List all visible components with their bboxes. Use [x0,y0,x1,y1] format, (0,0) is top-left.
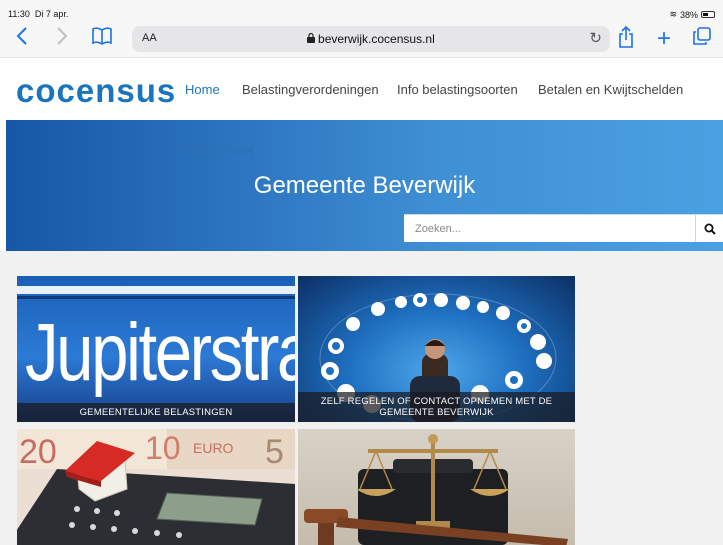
nav-belastingverordeningen[interactable]: Belastingverordeningen [242,82,379,97]
nav-betalen-kwijtschelden[interactable]: Betalen en Kwijtschelden [538,82,683,97]
tile-house-calculator[interactable]: 20 10 EURO 5 [17,429,295,545]
browser-toolbar: AA beverwijk.cocensus.nl ↻ + [0,20,723,58]
search-input[interactable] [404,215,693,242]
euro-text: EURO [193,440,234,456]
house-calculator-image: 20 10 EURO 5 [17,429,295,545]
site-logo[interactable]: cocensus [16,72,176,110]
tabs-icon[interactable] [688,26,716,52]
site-header: cocensus Home Belastingverordeningen Inf… [0,58,723,120]
address-bar[interactable]: AA beverwijk.cocensus.nl ↻ [132,26,610,52]
svg-text:10: 10 [145,430,181,466]
tile-caption: Zelf regelen of contact opnemen met de g… [298,392,575,422]
tile-zelf-regelen-contact[interactable]: Zelf regelen of contact opnemen met de g… [298,276,575,422]
svg-text:5: 5 [265,433,284,471]
new-tab-icon[interactable]: + [650,26,678,52]
status-time: 11:30 Di 7 apr. [8,9,68,19]
wifi-icon: ≋ [669,9,677,19]
search-box [404,214,723,242]
hero-banner: Digitaal loket Gemeente Beverwijk [6,120,723,251]
breadcrumb[interactable]: Digitaal loket [185,144,254,158]
nav-info-belastingsoorten[interactable]: Info belastingsoorten [397,82,518,97]
tile-gemeentelijke-belastingen[interactable]: Jupiterstraat Gemeentelijke belastingen [17,276,295,422]
forward-icon[interactable] [48,26,76,52]
back-icon[interactable] [8,26,36,52]
lock-icon [307,32,318,46]
page-title: Gemeente Beverwijk [253,172,476,199]
share-icon[interactable] [612,25,640,52]
street-sign-text: Jupiterstraat [25,307,295,398]
reload-icon[interactable]: ↻ [589,29,602,47]
bookmarks-icon[interactable] [88,26,116,52]
tile-caption: Gemeentelijke belastingen [17,403,295,422]
status-indicators: ≋ 38% [669,9,715,20]
nav-home[interactable]: Home [185,82,220,97]
search-button[interactable] [695,215,723,242]
street-sign-image: Jupiterstraat [17,276,295,422]
status-time-text: 11:30 [8,9,30,19]
battery-icon [701,11,715,18]
url-text: beverwijk.cocensus.nl [318,32,435,46]
scales-of-justice-image [304,434,568,545]
search-icon [704,223,716,235]
tile-justice-scales[interactable] [298,429,575,545]
status-date-text: Di 7 apr. [34,9,69,19]
content-area: Jupiterstraat Gemeentelijke belastingen [0,251,723,545]
svg-text:20: 20 [19,433,57,471]
battery-percent: 38% [679,9,698,20]
url-display[interactable]: beverwijk.cocensus.nl [132,32,610,46]
status-bar: 11:30 Di 7 apr. ≋ 38% [0,0,723,20]
